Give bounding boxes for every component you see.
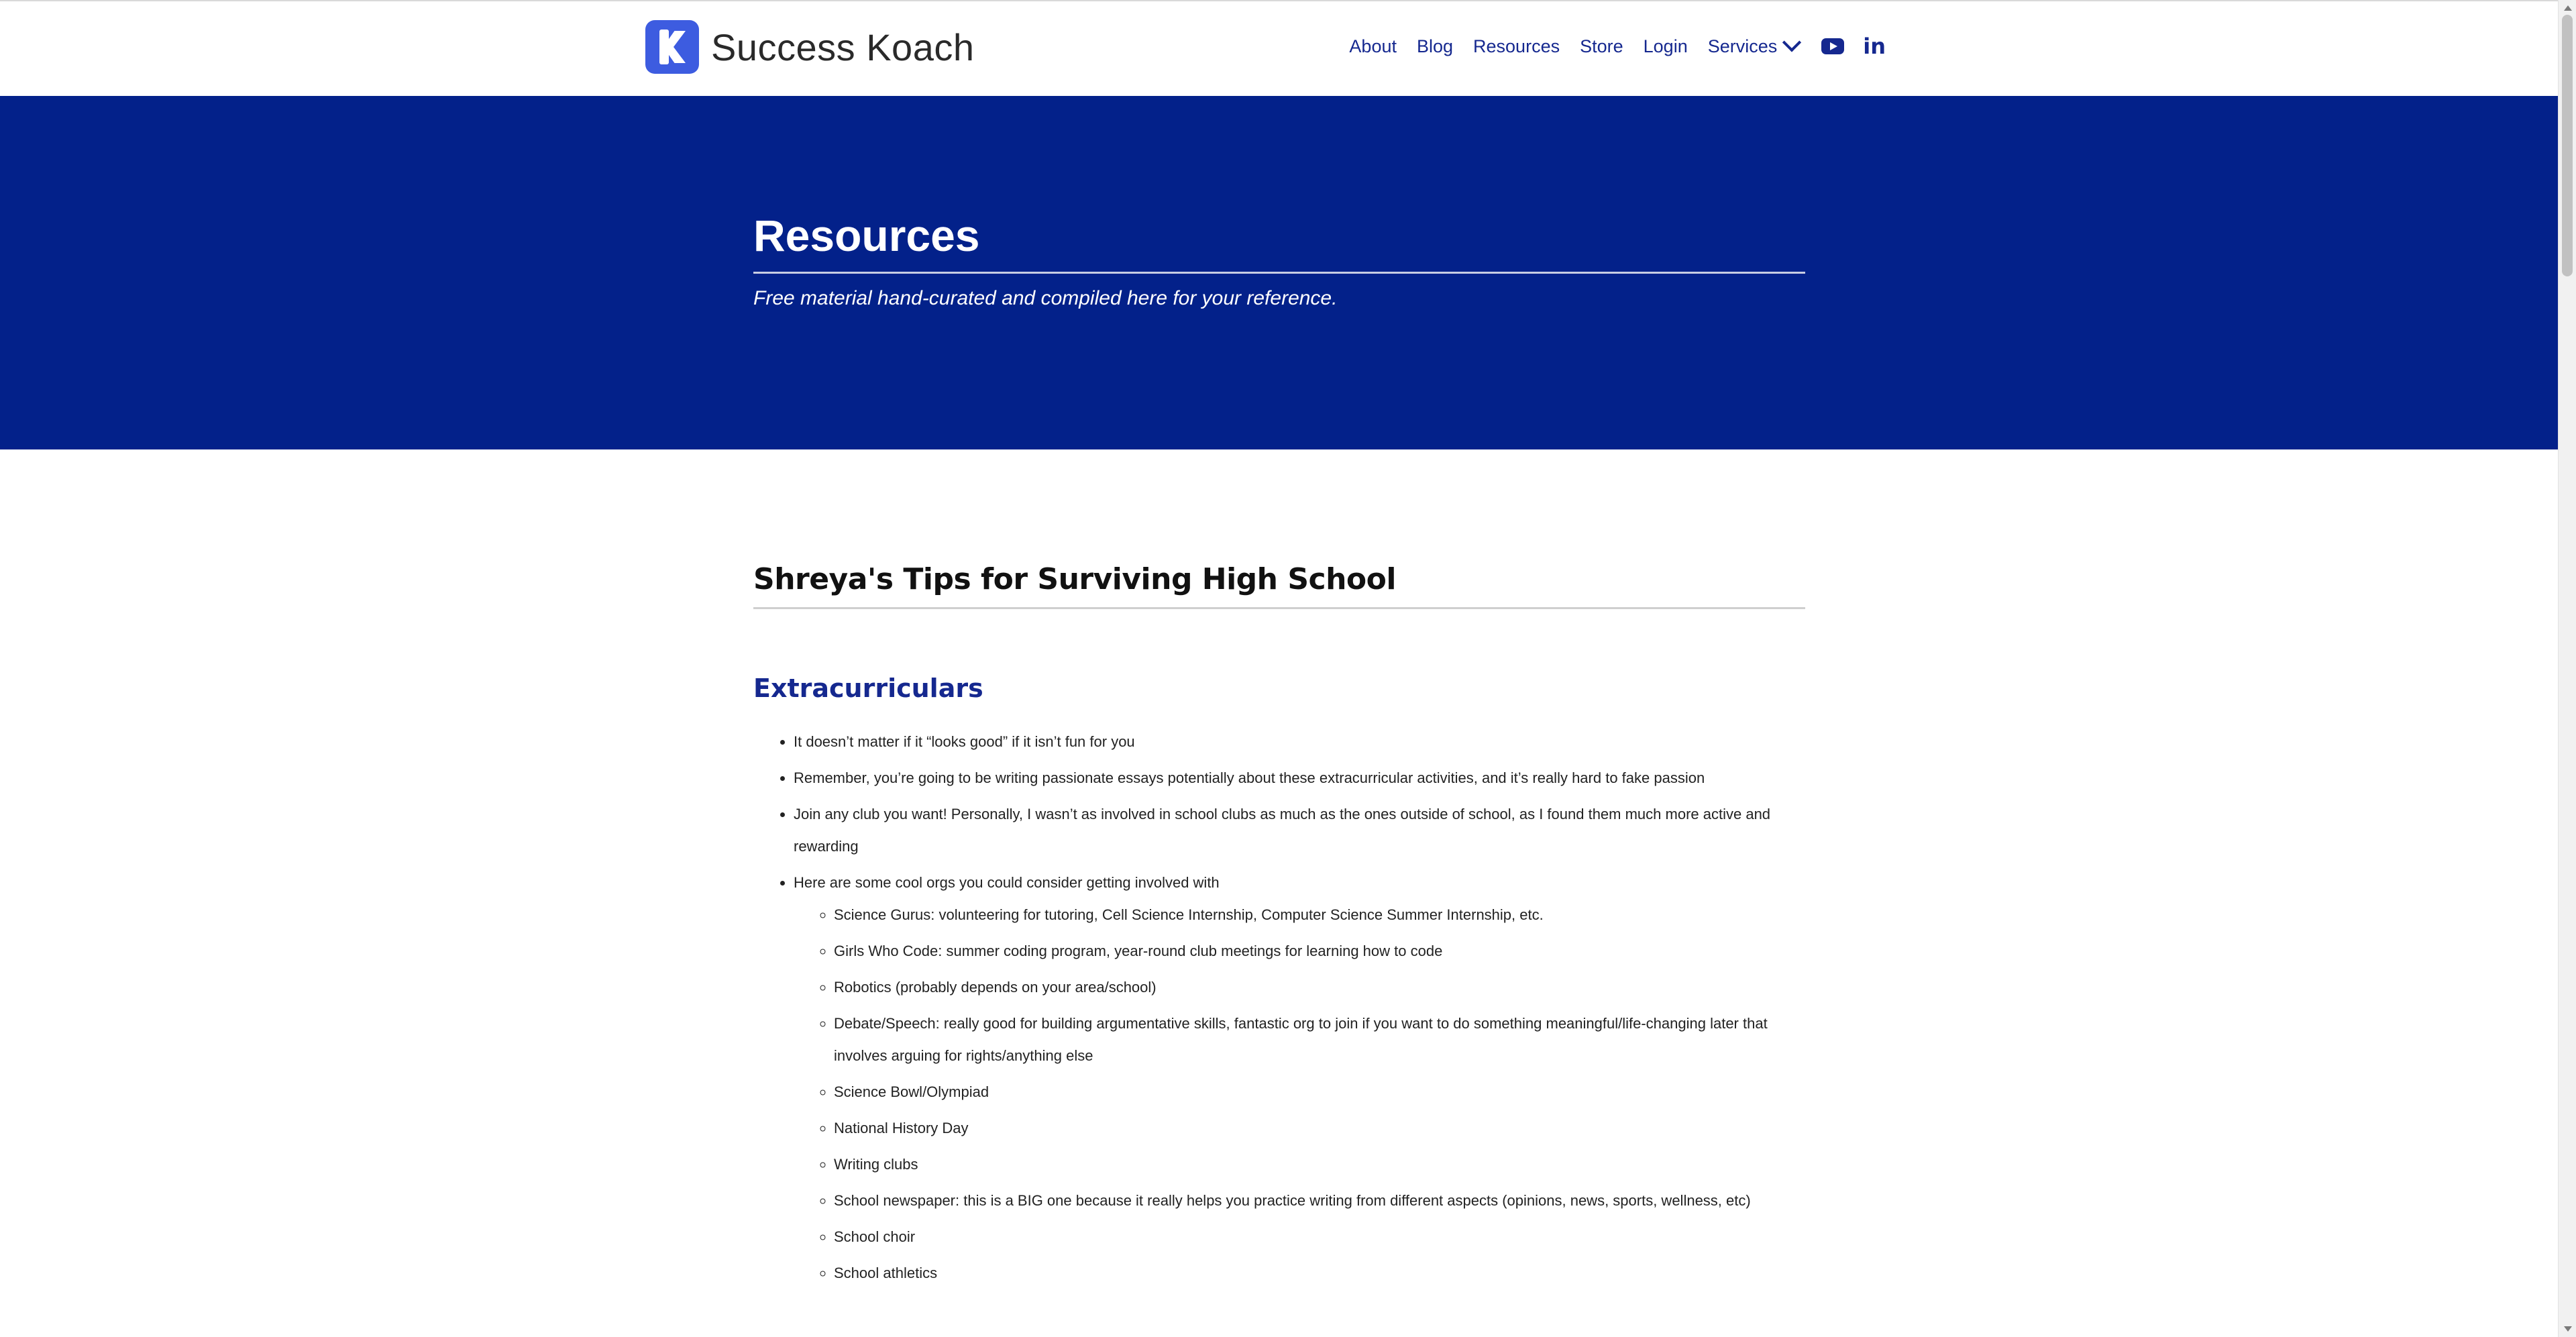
list-item: School newspaper: this is a BIG one beca…	[834, 1185, 1805, 1217]
section-divider	[753, 607, 1805, 609]
youtube-icon[interactable]	[1821, 38, 1845, 54]
list-item: National History Day	[834, 1112, 1805, 1144]
main-content: Shreya's Tips for Surviving High School …	[753, 562, 1805, 1293]
list-item: School choir	[834, 1221, 1805, 1253]
nav-store[interactable]: Store	[1580, 36, 1623, 57]
list-item: Science Gurus: volunteering for tutoring…	[834, 899, 1805, 931]
list-item: Girls Who Code: summer coding program, y…	[834, 935, 1805, 967]
nav-services-label: Services	[1707, 36, 1778, 56]
list-item: Debate/Speech: really good for building …	[834, 1008, 1805, 1072]
subheading-extracurriculars: Extracurriculars	[753, 674, 983, 703]
list-item-orgs: Here are some cool orgs you could consid…	[794, 867, 1805, 1289]
nav-services-dropdown[interactable]: Services	[1707, 33, 1802, 57]
nav-login[interactable]: Login	[1644, 36, 1688, 57]
scroll-down-icon[interactable]	[2564, 1326, 2572, 1332]
nav-blog[interactable]: Blog	[1417, 36, 1453, 57]
page-title: Resources	[753, 211, 980, 260]
list-item: Robotics (probably depends on your area/…	[834, 971, 1805, 1004]
list-item: Writing clubs	[834, 1148, 1805, 1181]
brand-logo[interactable]: Success Koach	[645, 20, 974, 74]
nav-resources[interactable]: Resources	[1473, 36, 1560, 57]
page-subtitle: Free material hand-curated and compiled …	[753, 287, 1338, 309]
hero-banner: Resources Free material hand-curated and…	[0, 96, 2559, 449]
brand-name: Success Koach	[711, 25, 975, 68]
list-item: It doesn’t matter if it “looks good” if …	[794, 726, 1805, 758]
orgs-list: Science Gurus: volunteering for tutoring…	[794, 899, 1805, 1289]
page-scrollbar[interactable]	[2558, 0, 2576, 1337]
scroll-up-icon[interactable]	[2564, 5, 2572, 11]
list-item: Remember, you’re going to be writing pas…	[794, 762, 1805, 794]
tips-list: It doesn’t matter if it “looks good” if …	[753, 726, 1805, 1289]
list-item: School athletics	[834, 1257, 1805, 1289]
list-item: Join any club you want! Personally, I wa…	[794, 798, 1805, 863]
hero-divider	[753, 272, 1805, 274]
scroll-thumb[interactable]	[2562, 15, 2573, 276]
site-header: Success Koach About Blog Resources Store…	[0, 1, 2559, 96]
chevron-down-icon	[1782, 33, 1802, 52]
logo-k-icon	[645, 20, 699, 74]
nav-about[interactable]: About	[1349, 36, 1397, 57]
linkedin-icon[interactable]: in	[1863, 34, 1886, 59]
main-nav: About Blog Resources Store Login Service…	[1329, 33, 1886, 59]
section-title: Shreya's Tips for Surviving High School	[753, 562, 1396, 596]
list-item: Science Bowl/Olympiad	[834, 1076, 1805, 1108]
list-item-label: Here are some cool orgs you could consid…	[794, 874, 1220, 891]
